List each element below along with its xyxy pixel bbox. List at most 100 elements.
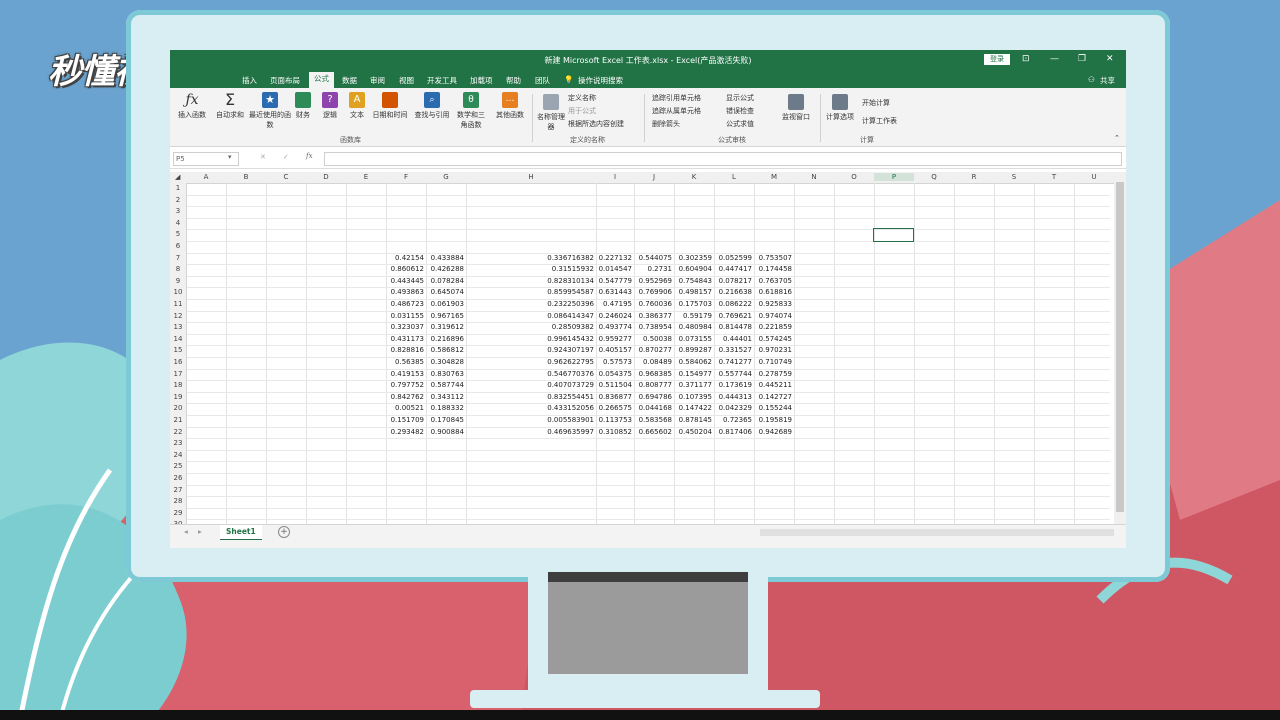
minimize-button[interactable]: — bbox=[1050, 54, 1059, 64]
table-cell[interactable]: 0.319612 bbox=[426, 322, 464, 334]
share-button[interactable]: 共享 bbox=[1100, 75, 1115, 86]
table-cell[interactable]: 0.830763 bbox=[426, 369, 464, 381]
table-cell[interactable]: 0.073155 bbox=[674, 334, 712, 346]
column-header[interactable]: N bbox=[794, 173, 834, 181]
table-cell[interactable]: 0.959277 bbox=[596, 334, 632, 346]
table-cell[interactable]: 0.407073729 bbox=[466, 380, 594, 392]
table-cell[interactable]: 0.710749 bbox=[754, 357, 792, 369]
column-header[interactable]: F bbox=[386, 173, 426, 181]
tab-formulas[interactable]: 公式 bbox=[309, 72, 334, 88]
table-cell[interactable]: 0.769906 bbox=[634, 287, 672, 299]
table-cell[interactable]: 0.107395 bbox=[674, 392, 712, 404]
evaluate-formula-button[interactable]: 公式求值 bbox=[726, 119, 754, 129]
table-cell[interactable]: 0.44401 bbox=[714, 334, 752, 346]
error-checking-button[interactable]: 错误检查 bbox=[726, 106, 754, 116]
trace-precedents-button[interactable]: 追踪引用单元格 bbox=[652, 93, 701, 103]
horizontal-scrollbar[interactable] bbox=[760, 529, 1114, 536]
table-cell[interactable]: 0.56385 bbox=[386, 357, 424, 369]
table-cell[interactable]: 0.28509382 bbox=[466, 322, 594, 334]
prev-sheet-icon[interactable]: ◂ bbox=[184, 527, 188, 536]
table-cell[interactable]: 0.405157 bbox=[596, 345, 632, 357]
table-cell[interactable]: 0.086222 bbox=[714, 299, 752, 311]
table-cell[interactable]: 0.061903 bbox=[426, 299, 464, 311]
create-from-selection-button[interactable]: 根据所选内容创建 bbox=[568, 119, 624, 129]
table-cell[interactable]: 0.302359 bbox=[674, 253, 712, 265]
table-cell[interactable]: 0.195819 bbox=[754, 415, 792, 427]
column-header[interactable]: G bbox=[426, 173, 466, 181]
table-cell[interactable]: 0.343112 bbox=[426, 392, 464, 404]
table-cell[interactable]: 0.760036 bbox=[634, 299, 672, 311]
enter-icon[interactable]: ✓ bbox=[283, 153, 289, 161]
formula-input[interactable] bbox=[324, 152, 1122, 166]
table-cell[interactable]: 0.769621 bbox=[714, 311, 752, 323]
table-cell[interactable]: 0.113753 bbox=[596, 415, 632, 427]
table-cell[interactable]: 0.450204 bbox=[674, 427, 712, 439]
table-cell[interactable]: 0.618816 bbox=[754, 287, 792, 299]
row-header[interactable]: 25 bbox=[170, 461, 187, 473]
vertical-scroll-thumb[interactable] bbox=[1116, 182, 1124, 512]
tab-insert[interactable]: 插入 bbox=[242, 75, 257, 86]
ribbon-display-icon[interactable]: ⊡ bbox=[1022, 54, 1030, 64]
table-cell[interactable]: 0.170845 bbox=[426, 415, 464, 427]
column-header[interactable]: O bbox=[834, 173, 874, 181]
use-in-formula-button[interactable]: 用于公式 bbox=[568, 106, 596, 116]
column-header[interactable]: S bbox=[994, 173, 1034, 181]
row-header[interactable]: 28 bbox=[170, 496, 187, 508]
table-cell[interactable]: 0.557744 bbox=[714, 369, 752, 381]
column-header[interactable]: R bbox=[954, 173, 994, 181]
table-cell[interactable]: 0.486723 bbox=[386, 299, 424, 311]
add-sheet-button[interactable]: + bbox=[278, 526, 290, 538]
table-cell[interactable]: 0.72365 bbox=[714, 415, 752, 427]
row-header[interactable]: 19 bbox=[170, 391, 187, 404]
row-header[interactable]: 17 bbox=[170, 368, 187, 381]
show-formulas-button[interactable]: 显示公式 bbox=[726, 93, 754, 103]
row-header[interactable]: 22 bbox=[170, 426, 187, 439]
table-cell[interactable]: 0.797752 bbox=[386, 380, 424, 392]
table-cell[interactable]: 0.042329 bbox=[714, 403, 752, 415]
tab-add-ins[interactable]: 加载项 bbox=[470, 75, 493, 86]
close-button[interactable]: ✕ bbox=[1106, 54, 1114, 64]
table-cell[interactable]: 0.147422 bbox=[674, 403, 712, 415]
more-functions-button[interactable]: … 其他函数 bbox=[490, 92, 530, 120]
table-cell[interactable]: 0.371177 bbox=[674, 380, 712, 392]
table-cell[interactable]: 0.604904 bbox=[674, 264, 712, 276]
insert-function-button[interactable]: ƒx 插入函数 bbox=[172, 92, 212, 120]
table-cell[interactable]: 0.493774 bbox=[596, 322, 632, 334]
table-cell[interactable]: 0.832554451 bbox=[466, 392, 594, 404]
row-header[interactable]: 29 bbox=[170, 507, 187, 520]
row-header[interactable]: 11 bbox=[170, 299, 187, 311]
table-cell[interactable]: 0.574245 bbox=[754, 334, 792, 346]
table-cell[interactable]: 0.493863 bbox=[386, 287, 424, 299]
table-cell[interactable]: 0.386377 bbox=[634, 311, 672, 323]
table-cell[interactable]: 0.50038 bbox=[634, 334, 672, 346]
login-button[interactable]: 登录 bbox=[984, 54, 1010, 65]
calc-now-button[interactable]: 开始计算 bbox=[862, 98, 890, 108]
table-cell[interactable]: 0.996145432 bbox=[466, 334, 594, 346]
row-header[interactable]: 18 bbox=[170, 380, 187, 392]
table-cell[interactable]: 0.433152056 bbox=[466, 403, 594, 415]
table-cell[interactable]: 0.175703 bbox=[674, 299, 712, 311]
math-trig-button[interactable]: θ 数学和三角函数 bbox=[454, 92, 488, 130]
table-cell[interactable]: 0.142727 bbox=[754, 392, 792, 404]
table-cell[interactable]: 0.304828 bbox=[426, 357, 464, 369]
table-cell[interactable]: 0.266575 bbox=[596, 403, 632, 415]
calc-options-button[interactable]: 计算选项 bbox=[822, 94, 858, 122]
row-header[interactable]: 15 bbox=[170, 345, 187, 357]
table-cell[interactable]: 0.078217 bbox=[714, 276, 752, 288]
column-header[interactable]: T bbox=[1034, 173, 1074, 181]
table-cell[interactable]: 0.433884 bbox=[426, 253, 464, 265]
collapse-ribbon-icon[interactable]: ⌃ bbox=[1114, 134, 1120, 142]
table-cell[interactable]: 0.336716382 bbox=[466, 253, 594, 265]
table-cell[interactable]: 0.216638 bbox=[714, 287, 752, 299]
trace-dependents-button[interactable]: 追踪从属单元格 bbox=[652, 106, 701, 116]
table-cell[interactable]: 0.431173 bbox=[386, 334, 424, 346]
select-all-corner[interactable]: ◢ bbox=[175, 173, 180, 181]
column-header[interactable]: M bbox=[754, 173, 794, 181]
table-cell[interactable]: 0.293482 bbox=[386, 427, 424, 439]
table-cell[interactable]: 0.447417 bbox=[714, 264, 752, 276]
table-cell[interactable]: 0.216896 bbox=[426, 334, 464, 346]
table-cell[interactable]: 0.817406 bbox=[714, 427, 752, 439]
table-cell[interactable]: 0.583568 bbox=[634, 415, 672, 427]
table-cell[interactable]: 0.005583901 bbox=[466, 415, 594, 427]
table-cell[interactable]: 0.480984 bbox=[674, 322, 712, 334]
